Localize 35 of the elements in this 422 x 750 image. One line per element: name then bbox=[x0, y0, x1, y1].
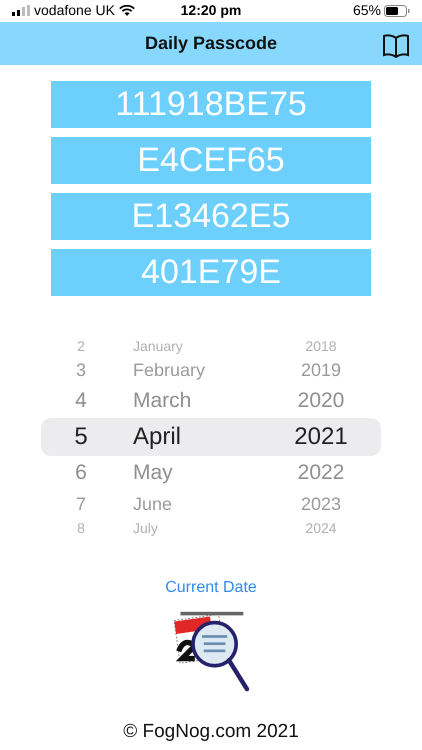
picker-year[interactable]: 2023 bbox=[261, 494, 381, 513]
carrier-name: vodafone UK bbox=[34, 1, 115, 20]
status-time: 12:20 pm bbox=[180, 1, 242, 20]
picker-day[interactable]: 4 bbox=[41, 390, 121, 412]
picker-year[interactable]: 2024 bbox=[261, 520, 381, 535]
current-date-button[interactable]: Current Date bbox=[165, 576, 257, 600]
picker-year[interactable]: 2021 bbox=[261, 424, 381, 449]
battery-percentage: 65% bbox=[352, 1, 381, 20]
picker-month[interactable]: July bbox=[121, 520, 261, 535]
picker-month[interactable]: March bbox=[121, 390, 261, 412]
picker-month[interactable]: January bbox=[121, 338, 261, 353]
picker-month[interactable]: April bbox=[121, 424, 261, 449]
picker-year[interactable]: 2018 bbox=[261, 338, 381, 353]
picker-day[interactable]: 2 bbox=[41, 338, 121, 353]
battery-icon bbox=[384, 4, 410, 17]
picker-day[interactable]: 3 bbox=[41, 360, 121, 379]
picker-month[interactable]: May bbox=[121, 462, 261, 484]
passcode-box: E13462E5 bbox=[51, 192, 371, 240]
picker-month[interactable]: February bbox=[121, 360, 261, 379]
wifi-icon bbox=[118, 4, 135, 17]
picker-year[interactable]: 2022 bbox=[261, 462, 381, 484]
picker-year[interactable]: 2020 bbox=[261, 390, 381, 412]
copyright-text: © FogNog.com 2021 bbox=[123, 720, 299, 744]
book-icon[interactable] bbox=[382, 34, 410, 58]
picker-day[interactable]: 7 bbox=[41, 494, 121, 513]
picker-day[interactable]: 5 bbox=[41, 424, 121, 449]
picker-day[interactable]: 6 bbox=[41, 462, 121, 484]
passcode-box: 111918BE75 bbox=[51, 80, 371, 128]
passcode-box: E4CEF65 bbox=[51, 136, 371, 184]
picker-day[interactable]: 8 bbox=[41, 520, 121, 535]
navigation-title: Daily Passcode bbox=[144, 32, 278, 55]
picker-year[interactable]: 2019 bbox=[261, 360, 381, 379]
picker-month[interactable]: June bbox=[121, 494, 261, 513]
signal-icon bbox=[12, 5, 30, 16]
passcode-box: 401E79E bbox=[51, 248, 371, 296]
